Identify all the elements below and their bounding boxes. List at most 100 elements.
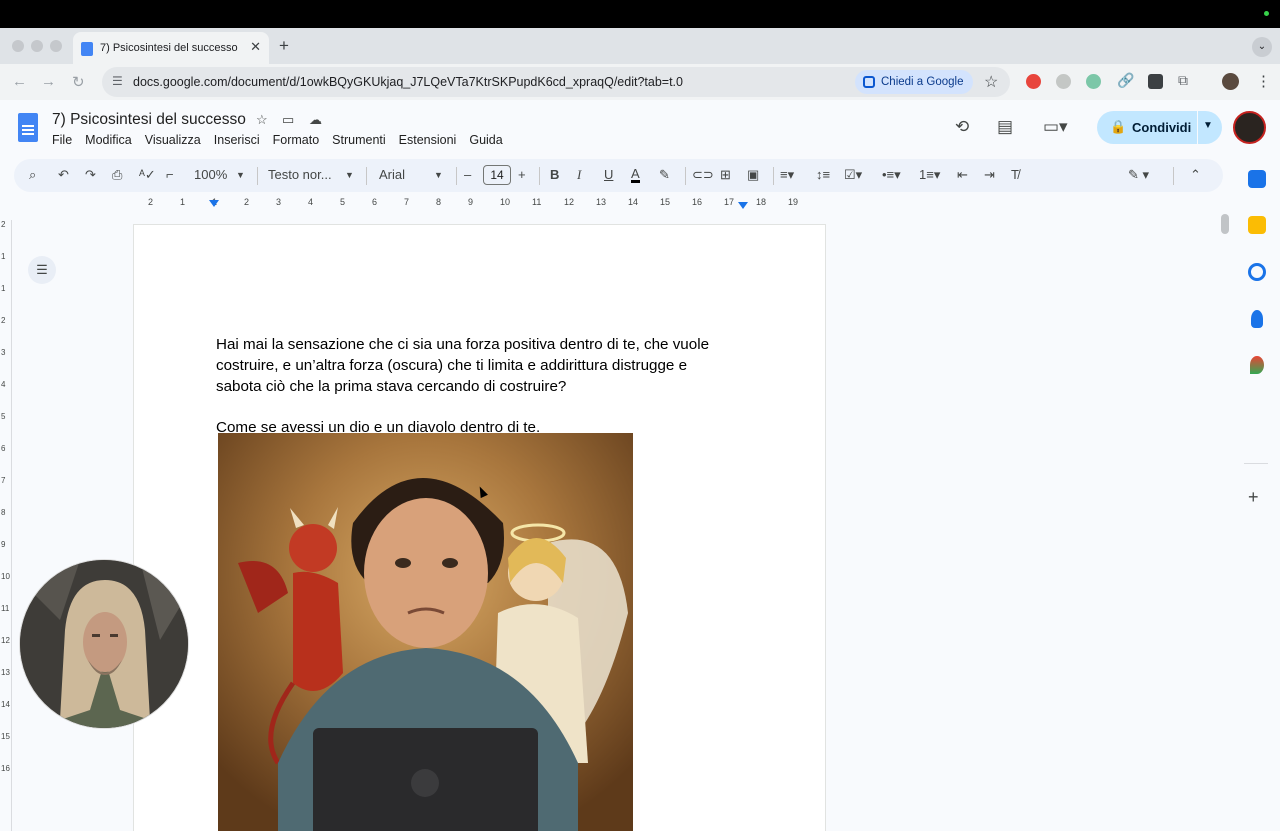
menu-inserisci[interactable]: Inserisci bbox=[214, 133, 260, 147]
tab-search-button[interactable]: ⌄ bbox=[1252, 37, 1272, 57]
numbered-list-icon[interactable]: 1≡▾ bbox=[919, 167, 940, 183]
browser-profile-avatar[interactable] bbox=[1222, 73, 1239, 90]
extension-green-icon[interactable] bbox=[1086, 74, 1101, 89]
cloud-status-icon[interactable]: ☁ bbox=[309, 112, 322, 128]
paragraph-1[interactable]: Hai mai la sensazione che ci sia una for… bbox=[216, 334, 736, 397]
extension-link-icon[interactable]: 🔗 bbox=[1117, 72, 1134, 89]
maximize-window-button[interactable] bbox=[50, 40, 62, 52]
bold-button[interactable]: B bbox=[550, 167, 559, 182]
site-settings-icon[interactable]: ☰ bbox=[112, 74, 123, 88]
spellcheck-icon[interactable]: ᴬ✓ bbox=[139, 167, 156, 183]
tasks-icon[interactable] bbox=[1248, 263, 1266, 281]
comments-icon[interactable]: ▤ bbox=[997, 117, 1013, 137]
paint-format-icon[interactable]: ⌐ bbox=[166, 167, 174, 182]
minimize-window-button[interactable] bbox=[31, 40, 43, 52]
line-spacing-icon[interactable]: ↕≡ bbox=[816, 167, 830, 182]
vruler-tick: 7 bbox=[1, 476, 6, 485]
menu-formato[interactable]: Formato bbox=[273, 133, 320, 147]
zoom-select[interactable]: 100% bbox=[194, 167, 227, 182]
webcam-overlay bbox=[19, 559, 189, 729]
calendar-icon[interactable] bbox=[1248, 170, 1266, 188]
share-button[interactable]: 🔒 Condividi ▼ bbox=[1097, 111, 1222, 144]
browser-menu-icon[interactable]: ⋮ bbox=[1256, 72, 1271, 90]
share-dropdown-icon[interactable]: ▼ bbox=[1203, 120, 1213, 131]
user-avatar[interactable] bbox=[1233, 111, 1266, 144]
menu-modifica[interactable]: Modifica bbox=[85, 133, 132, 147]
vruler-tick: 8 bbox=[1, 508, 6, 517]
decrease-indent-icon[interactable]: ⇤ bbox=[957, 167, 968, 183]
style-select[interactable]: Testo nor... bbox=[268, 167, 332, 182]
insert-image-icon[interactable]: ▣ bbox=[747, 167, 759, 183]
document-title[interactable]: 7) Psicosintesi del successo bbox=[52, 111, 246, 129]
menu-file[interactable]: File bbox=[52, 133, 72, 147]
bookmark-star-icon[interactable]: ☆ bbox=[984, 72, 998, 92]
text-color-button[interactable]: A bbox=[631, 167, 640, 183]
new-tab-button[interactable]: + bbox=[279, 36, 289, 56]
menu-strumenti[interactable]: Strumenti bbox=[332, 133, 386, 147]
menu-guida[interactable]: Guida bbox=[469, 133, 502, 147]
font-select[interactable]: Arial bbox=[379, 167, 405, 182]
reload-icon[interactable]: ↻ bbox=[72, 73, 85, 91]
increase-indent-icon[interactable]: ⇥ bbox=[984, 167, 995, 183]
horizontal-ruler[interactable]: 2 1 1 2 3 4 5 6 7 8 9 10 11 12 13 14 15 16 17 18 19 bbox=[134, 197, 826, 211]
style-dropdown-icon[interactable]: ▼ bbox=[345, 170, 354, 180]
browser-tab[interactable]: 7) Psicosintesi del successo ✕ bbox=[73, 32, 269, 64]
extension-red-icon[interactable] bbox=[1026, 74, 1041, 89]
tab-strip: 7) Psicosintesi del successo ✕ + ⌄ bbox=[0, 28, 1280, 64]
print-icon[interactable]: ⎙ bbox=[112, 167, 122, 183]
address-bar[interactable]: ☰ docs.google.com/document/d/1owkBQyGKUk… bbox=[102, 67, 1010, 97]
italic-button[interactable]: I bbox=[577, 167, 581, 183]
get-addons-plus-icon[interactable]: + bbox=[1248, 487, 1259, 508]
maps-icon[interactable] bbox=[1250, 356, 1264, 374]
docs-logo-icon[interactable] bbox=[18, 113, 38, 142]
move-folder-icon[interactable]: ▭ bbox=[282, 112, 294, 128]
menu-visualizza[interactable]: Visualizza bbox=[145, 133, 201, 147]
zoom-dropdown-icon[interactable]: ▼ bbox=[236, 170, 245, 180]
version-history-icon[interactable]: ⟲ bbox=[955, 117, 969, 137]
star-icon[interactable]: ☆ bbox=[256, 112, 268, 128]
redo-icon[interactable]: ↷ bbox=[85, 167, 96, 183]
vertical-ruler[interactable]: 2 1 1 2 3 4 5 6 7 8 9 10 11 12 13 14 15 16 bbox=[0, 220, 12, 831]
increase-font-size-button[interactable]: + bbox=[518, 167, 526, 182]
url-text[interactable]: docs.google.com/document/d/1owkBQyGKUkja… bbox=[133, 75, 683, 89]
font-size-input[interactable]: 14 bbox=[483, 165, 511, 185]
bulleted-list-icon[interactable]: •≡▾ bbox=[882, 167, 901, 183]
insert-link-icon[interactable]: ⊂⊃ bbox=[692, 167, 714, 183]
underline-button[interactable]: U bbox=[604, 167, 613, 182]
contacts-icon[interactable] bbox=[1251, 310, 1263, 328]
highlight-color-icon[interactable]: ✎ bbox=[659, 167, 670, 183]
back-arrow-icon[interactable]: ← bbox=[12, 73, 27, 90]
meet-video-icon[interactable]: ▭▾ bbox=[1043, 117, 1068, 137]
left-indent-marker[interactable] bbox=[209, 200, 219, 207]
ask-google-button[interactable]: Chiedi a Google bbox=[855, 70, 974, 94]
vruler-tick: 9 bbox=[1, 540, 6, 549]
align-left-icon[interactable]: ≡▾ bbox=[780, 167, 794, 183]
font-dropdown-icon[interactable]: ▼ bbox=[434, 170, 443, 180]
docs-favicon-icon bbox=[81, 42, 93, 56]
vruler-tick: 12 bbox=[1, 636, 10, 645]
document-page[interactable]: Hai mai la sensazione che ci sia una for… bbox=[133, 224, 826, 831]
keep-icon[interactable] bbox=[1248, 216, 1266, 234]
undo-icon[interactable]: ↶ bbox=[58, 167, 69, 183]
right-indent-marker[interactable] bbox=[738, 202, 748, 209]
clear-formatting-icon[interactable]: T̸ bbox=[1011, 167, 1019, 182]
checklist-icon[interactable]: ☑▾ bbox=[844, 167, 862, 183]
ruler-tick: 19 bbox=[788, 197, 799, 207]
webcam-person bbox=[20, 560, 188, 728]
decrease-font-size-button[interactable]: – bbox=[464, 167, 471, 182]
add-comment-icon[interactable]: ⊞ bbox=[720, 167, 731, 183]
tab-close-icon[interactable]: ✕ bbox=[250, 39, 261, 55]
vruler-tick: 16 bbox=[1, 764, 10, 773]
extension-dark-icon[interactable] bbox=[1148, 74, 1163, 89]
illustration-image[interactable] bbox=[218, 433, 633, 831]
editing-mode-icon[interactable]: ✎ ▾ bbox=[1128, 167, 1149, 183]
page-scrollbar[interactable] bbox=[1221, 214, 1229, 234]
extensions-puzzle-icon[interactable]: ⧉ bbox=[1178, 72, 1188, 89]
forward-arrow-icon[interactable]: → bbox=[41, 73, 56, 90]
menu-estensioni[interactable]: Estensioni bbox=[399, 133, 457, 147]
hide-menus-chevron-icon[interactable]: ⌃ bbox=[1190, 167, 1201, 183]
document-outline-icon[interactable]: ☰ bbox=[28, 256, 56, 284]
extension-camera-icon[interactable] bbox=[1056, 74, 1071, 89]
search-menus-icon[interactable]: ⌕ bbox=[29, 167, 36, 183]
close-window-button[interactable] bbox=[12, 40, 24, 52]
